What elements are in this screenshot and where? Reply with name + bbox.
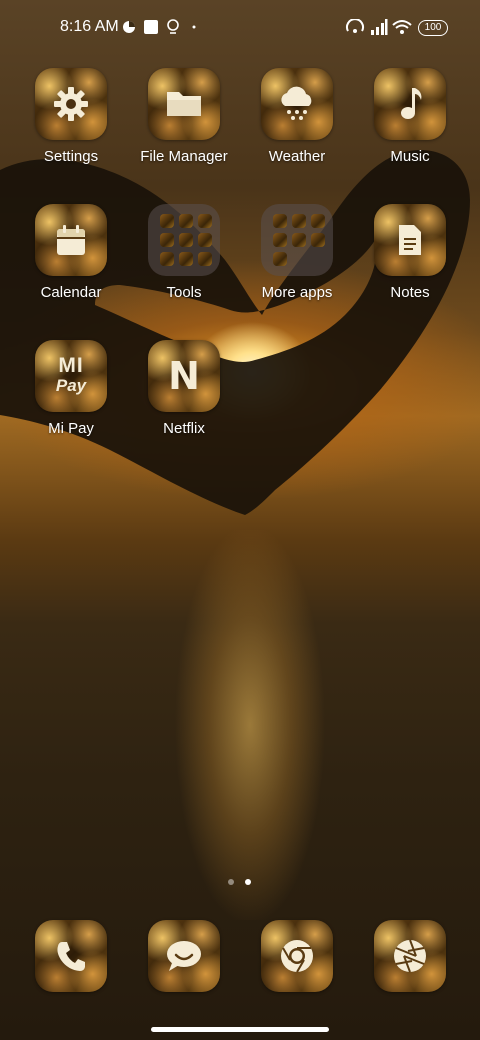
browser-icon (160, 233, 174, 247)
dock-phone[interactable] (15, 920, 127, 992)
netflix-icon-text: N (168, 354, 200, 398)
battery-icon: 100 (418, 20, 448, 36)
app-calendar[interactable]: Calendar (15, 204, 127, 301)
app-music[interactable]: Music (354, 68, 466, 165)
page-indicator[interactable] (228, 879, 251, 885)
hotspot-icon (345, 18, 365, 36)
app-label: More apps (261, 284, 333, 301)
camera-shutter-icon (374, 920, 446, 992)
dot-icon (192, 18, 196, 36)
phone-icon (35, 920, 107, 992)
music-note-icon (374, 68, 446, 140)
facebook-icon (292, 214, 306, 228)
calculator-icon (273, 214, 287, 228)
cloud-rain-icon (261, 68, 333, 140)
app-notes[interactable]: Notes (354, 204, 466, 301)
dock-camera[interactable] (354, 920, 466, 992)
folder-preview (148, 204, 220, 276)
square-notification-icon (144, 18, 158, 36)
app-label: Mi Pay (48, 420, 94, 437)
status-time: 8:16 AM (60, 18, 119, 35)
calendar-icon (35, 204, 107, 276)
infinity-icon (179, 252, 193, 266)
video-icon (198, 233, 212, 247)
netflix-icon: N (148, 340, 220, 412)
app-label: Tools (166, 284, 202, 301)
home-indicator-bar[interactable] (151, 1027, 329, 1032)
app-label: Weather (268, 148, 326, 165)
security-icon (198, 252, 212, 266)
contacts-icon (160, 214, 174, 228)
app-label: Netflix (163, 420, 205, 437)
page-dot[interactable] (228, 879, 234, 885)
compass-icon (179, 214, 193, 228)
cleaner-icon (160, 252, 174, 266)
app-settings[interactable]: Settings (15, 68, 127, 165)
app-notification-icon (122, 18, 136, 36)
bulb-notification-icon (166, 18, 180, 36)
folder-tools[interactable]: Tools (128, 204, 240, 301)
app-mi-pay[interactable]: MI Pay Mi Pay (15, 340, 127, 437)
app-weather[interactable]: Weather (241, 68, 353, 165)
wallpaper-sun-reflection (175, 530, 325, 920)
recorder-icon (179, 233, 193, 247)
mi-pay-icon: MI Pay (35, 340, 107, 412)
messages-icon (148, 920, 220, 992)
wifi-icon (392, 18, 412, 36)
app-label: Settings (43, 148, 99, 165)
page-dot-active[interactable] (245, 879, 251, 885)
notes-icon (374, 204, 446, 276)
app-label: File Manager (140, 148, 228, 165)
chat-icon (292, 233, 306, 247)
game-icon (311, 233, 325, 247)
app-netflix[interactable]: N Netflix (128, 340, 240, 437)
status-bar: 8:16 AM 100 (0, 0, 480, 56)
mi-pay-icon-text-top: MI (58, 354, 84, 377)
mail-icon (311, 214, 325, 228)
folder-preview (261, 204, 333, 276)
app-label: Music (390, 148, 430, 165)
dock-messages[interactable] (128, 920, 240, 992)
app-file-manager[interactable]: File Manager (128, 68, 240, 165)
gear-icon (35, 68, 107, 140)
cellular-signal-icon (370, 18, 388, 36)
app-label: Notes (390, 284, 430, 301)
app-label: Calendar (40, 284, 102, 301)
chrome-icon (261, 920, 333, 992)
clock-icon (198, 214, 212, 228)
linkedin-icon (273, 233, 287, 247)
folder-icon (148, 68, 220, 140)
folder-more-apps[interactable]: More apps (241, 204, 353, 301)
mi-pay-icon-text-bottom: Pay (55, 376, 87, 395)
dock-chrome[interactable] (241, 920, 353, 992)
weather-mini-icon (273, 252, 287, 266)
